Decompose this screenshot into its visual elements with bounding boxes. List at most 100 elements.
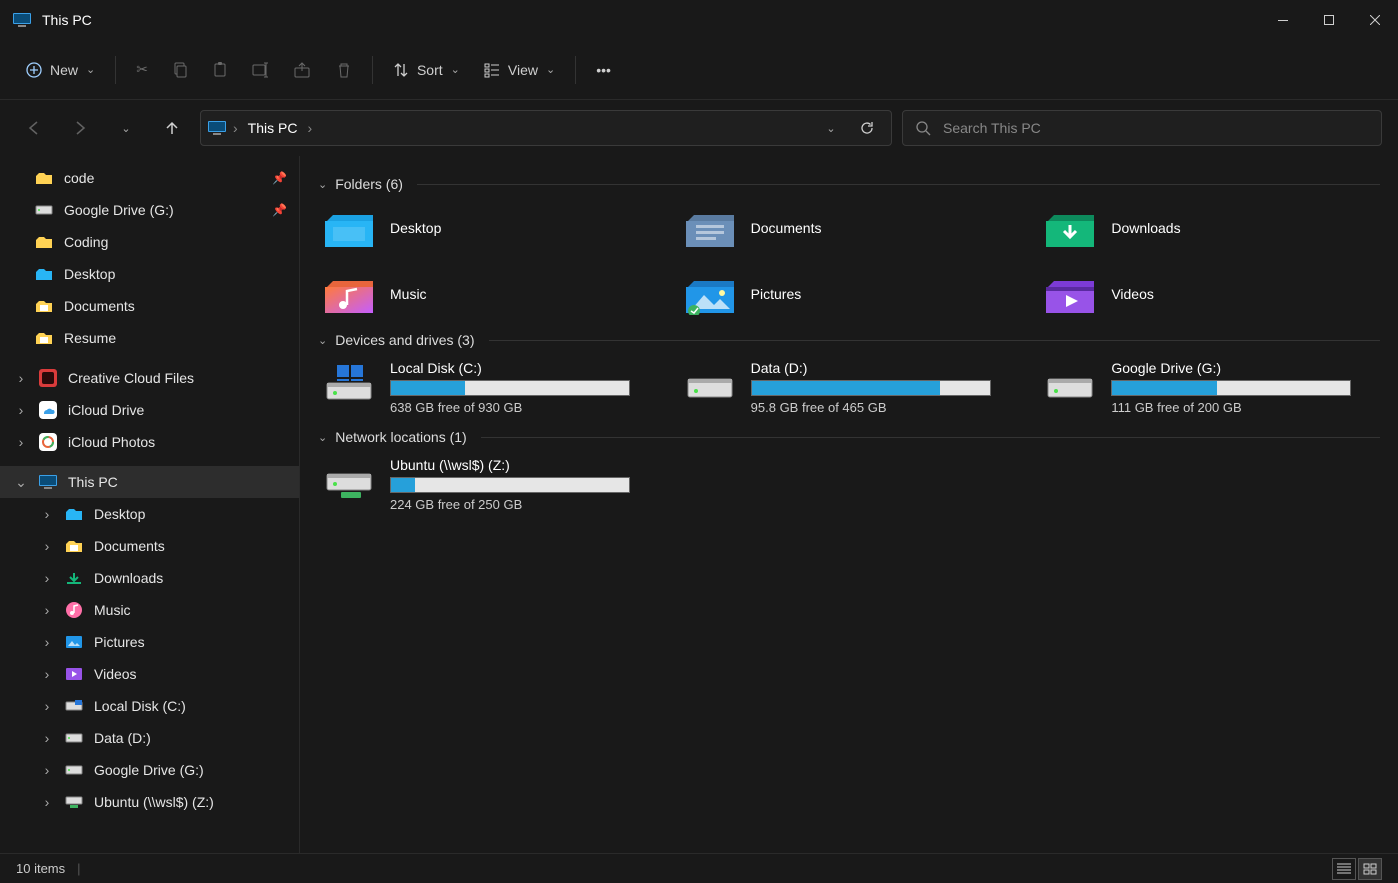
folder-item[interactable]: Videos <box>1039 266 1380 322</box>
sidebar-thispc-child[interactable]: › Data (D:) <box>0 722 299 754</box>
drive-usage-bar <box>390 380 630 396</box>
sidebar-thispc-child[interactable]: › Local Disk (C:) <box>0 690 299 722</box>
folder-label: Music <box>390 286 427 302</box>
chevron-right-icon[interactable]: › <box>14 370 28 386</box>
sidebar-thispc-child[interactable]: › Pictures <box>0 626 299 658</box>
more-button[interactable]: ••• <box>586 52 621 88</box>
sidebar-quick-item[interactable]: Coding <box>0 226 299 258</box>
drive-item[interactable]: Google Drive (G:) 111 GB free of 200 GB <box>1039 356 1380 419</box>
sidebar-thispc-child[interactable]: › Google Drive (G:) <box>0 754 299 786</box>
music-icon <box>64 600 84 620</box>
documents-icon <box>683 206 737 250</box>
sidebar-quick-item[interactable]: code 📌 <box>0 162 299 194</box>
folder-doc-icon <box>34 296 54 316</box>
folder-yellow-icon <box>34 232 54 252</box>
chevron-right-icon[interactable]: › <box>14 402 28 418</box>
drive-white-icon <box>34 200 54 220</box>
forward-button[interactable] <box>62 110 98 146</box>
folder-item[interactable]: Documents <box>679 200 1020 256</box>
address-bar[interactable]: › This PC › ⌄ <box>200 110 892 146</box>
cut-button[interactable]: ✂ <box>126 52 158 88</box>
paste-button[interactable] <box>202 52 238 88</box>
chevron-right-icon[interactable]: › <box>40 666 54 682</box>
copy-button[interactable] <box>162 52 198 88</box>
chevron-right-icon[interactable]: › <box>40 602 54 618</box>
chevron-right-icon[interactable]: › <box>40 570 54 586</box>
sidebar-item-label: Music <box>94 602 131 618</box>
content-area[interactable]: ⌄ Folders (6) Desktop Documents Download… <box>300 156 1398 853</box>
chevron-right-icon[interactable]: › <box>14 434 28 450</box>
videos-icon <box>64 664 84 684</box>
maximize-button[interactable] <box>1306 0 1352 40</box>
new-button[interactable]: New ⌄ <box>16 52 105 88</box>
sidebar-item-label: Desktop <box>64 266 115 282</box>
minimize-button[interactable] <box>1260 0 1306 40</box>
thispc-icon <box>38 472 58 492</box>
folder-item[interactable]: Downloads <box>1039 200 1380 256</box>
divider <box>489 340 1381 341</box>
chevron-right-icon[interactable]: › <box>40 762 54 778</box>
chevron-right-icon[interactable]: › <box>40 730 54 746</box>
close-button[interactable] <box>1352 0 1398 40</box>
drive-usage-bar <box>1111 380 1351 396</box>
chevron-right-icon[interactable]: › <box>40 538 54 554</box>
sort-button[interactable]: Sort ⌄ <box>383 52 470 88</box>
recent-button[interactable]: ⌄ <box>108 110 144 146</box>
sidebar-thispc-child[interactable]: › Ubuntu (\\wsl$) (Z:) <box>0 786 299 818</box>
view-button[interactable]: View ⌄ <box>474 52 565 88</box>
group-folders[interactable]: ⌄ Folders (6) <box>318 176 1380 192</box>
chevron-right-icon[interactable]: › <box>307 120 312 136</box>
sidebar-item-label: Documents <box>64 298 135 314</box>
sidebar-quick-item[interactable]: Documents <box>0 290 299 322</box>
drive-item[interactable]: Local Disk (C:) 638 GB free of 930 GB <box>318 356 659 419</box>
group-drives[interactable]: ⌄ Devices and drives (3) <box>318 332 1380 348</box>
plus-icon <box>26 62 42 78</box>
sidebar-quick-item[interactable]: Desktop <box>0 258 299 290</box>
search-box[interactable] <box>902 110 1382 146</box>
details-view-button[interactable] <box>1332 858 1356 880</box>
sidebar-item-label: iCloud Photos <box>68 434 155 450</box>
sidebar-thispc-child[interactable]: › Downloads <box>0 562 299 594</box>
chevron-right-icon[interactable]: › <box>40 506 54 522</box>
chevron-down-icon[interactable]: ⌄ <box>318 431 327 444</box>
folder-item[interactable]: Music <box>318 266 659 322</box>
sidebar-thispc-child[interactable]: › Music <box>0 594 299 626</box>
group-network[interactable]: ⌄ Network locations (1) <box>318 429 1380 445</box>
chevron-right-icon[interactable]: › <box>40 794 54 810</box>
group-label: Network locations (1) <box>335 429 467 445</box>
sidebar-quick-item[interactable]: Resume <box>0 322 299 354</box>
drive-white-icon <box>64 760 84 780</box>
chevron-down-icon[interactable]: ⌄ <box>318 334 327 347</box>
share-button[interactable] <box>284 52 322 88</box>
folder-item[interactable]: Pictures <box>679 266 1020 322</box>
sidebar-item-thispc[interactable]: ⌄ This PC <box>0 466 299 498</box>
chevron-right-icon[interactable]: › <box>40 698 54 714</box>
folder-item[interactable]: Desktop <box>318 200 659 256</box>
sidebar-cloud-item[interactable]: › iCloud Drive <box>0 394 299 426</box>
drive-item[interactable]: Data (D:) 95.8 GB free of 465 GB <box>679 356 1020 419</box>
delete-button[interactable] <box>326 52 362 88</box>
back-button[interactable] <box>16 110 52 146</box>
breadcrumb-thispc[interactable]: This PC <box>244 120 302 136</box>
sidebar[interactable]: code 📌 Google Drive (G:) 📌 Coding Deskto… <box>0 156 300 853</box>
chevron-down-icon[interactable]: ⌄ <box>14 474 28 491</box>
tiles-view-button[interactable] <box>1358 858 1382 880</box>
up-button[interactable] <box>154 110 190 146</box>
navigation-row: ⌄ › This PC › ⌄ <box>0 100 1398 156</box>
sidebar-quick-item[interactable]: Google Drive (G:) 📌 <box>0 194 299 226</box>
search-input[interactable] <box>943 120 1369 136</box>
drive-item[interactable]: Ubuntu (\\wsl$) (Z:) 224 GB free of 250 … <box>318 453 659 516</box>
rename-button[interactable] <box>242 52 280 88</box>
refresh-button[interactable] <box>849 110 885 146</box>
sidebar-cloud-item[interactable]: › Creative Cloud Files <box>0 362 299 394</box>
sidebar-cloud-item[interactable]: › iCloud Photos <box>0 426 299 458</box>
address-history-button[interactable]: ⌄ <box>813 110 849 146</box>
chevron-down-icon[interactable]: ⌄ <box>318 178 327 191</box>
chevron-right-icon[interactable]: › <box>40 634 54 650</box>
sidebar-thispc-child[interactable]: › Desktop <box>0 498 299 530</box>
divider <box>417 184 1380 185</box>
sidebar-thispc-child[interactable]: › Documents <box>0 530 299 562</box>
chevron-right-icon[interactable]: › <box>233 120 238 136</box>
pictures-icon <box>64 632 84 652</box>
sidebar-thispc-child[interactable]: › Videos <box>0 658 299 690</box>
